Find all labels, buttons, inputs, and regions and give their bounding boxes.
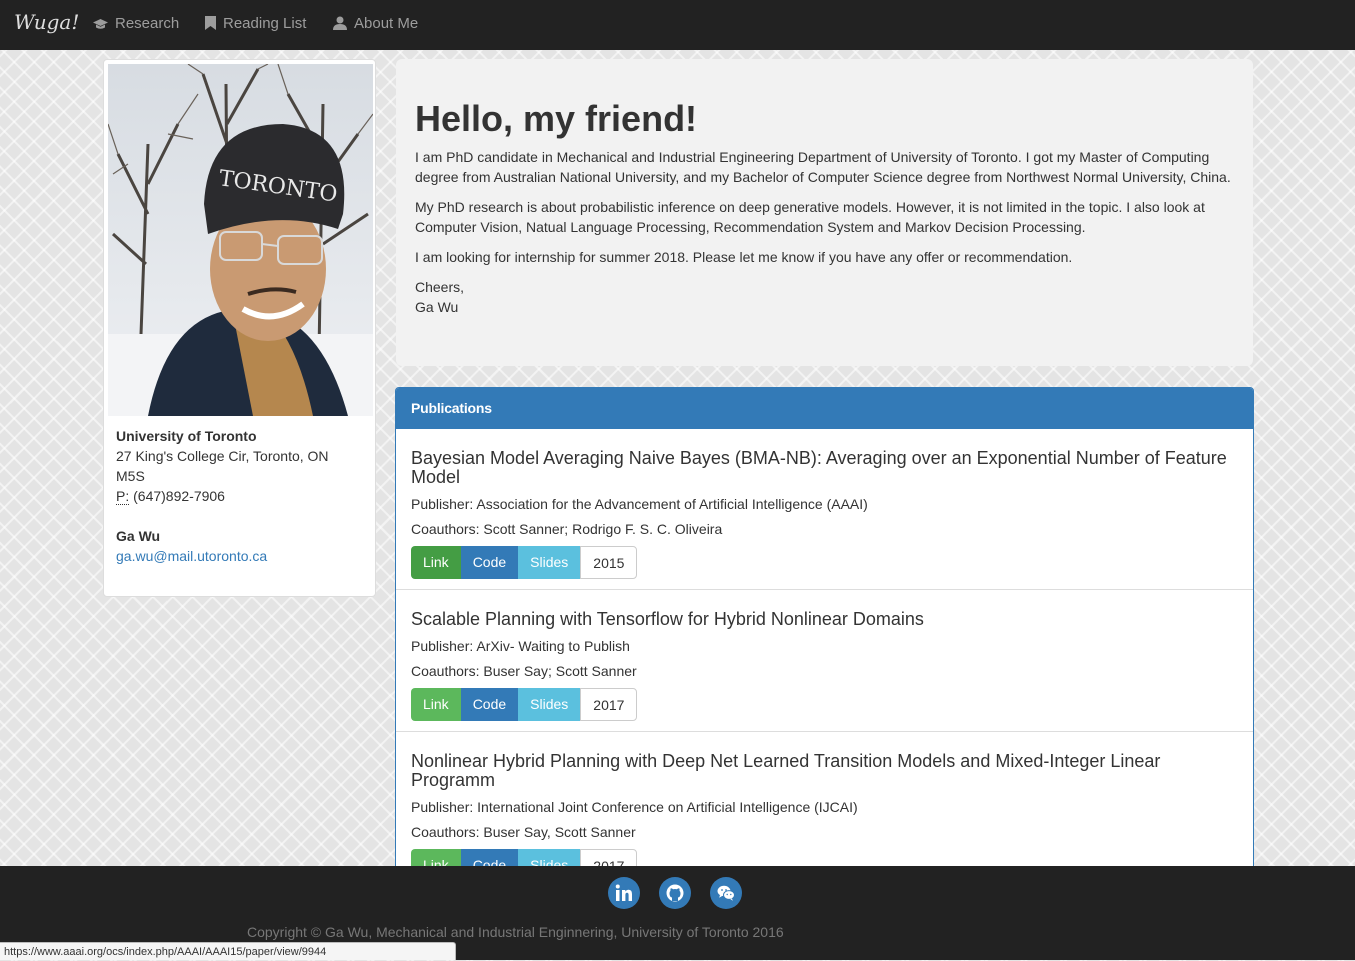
nav-label-reading-list: Reading List (223, 15, 307, 32)
code-button[interactable]: Code (460, 546, 519, 579)
publication-coauthors: Coauthors: Buser Say; Scott Sanner (411, 663, 637, 679)
publication-coauthors: Coauthors: Buser Say, Scott Sanner (411, 824, 636, 840)
intro-paragraph-3: I am looking for internship for summer 2… (415, 249, 1073, 265)
nav-label-about-me: About Me (354, 15, 419, 32)
publication-publisher: Publisher: Association for the Advanceme… (411, 496, 868, 512)
copyright-text: Copyright © Ga Wu, Mechanical and Indust… (247, 924, 784, 940)
graduation-cap-icon (93, 19, 108, 29)
wechat-icon (717, 885, 735, 901)
link-button[interactable]: Link (411, 546, 461, 579)
nav-label-research: Research (115, 15, 180, 32)
profile-photo: TORONTO (108, 64, 373, 416)
github-link[interactable] (659, 877, 691, 909)
nav-item-about-me[interactable]: About Me (333, 0, 418, 50)
publication-item: Bayesian Model Averaging Naive Bayes (BM… (396, 429, 1253, 590)
phone-number: (647)892-7906 (133, 488, 225, 504)
nav-item-research[interactable]: Research (93, 0, 179, 50)
year-badge: 2015 (580, 546, 638, 579)
nav-item-reading-list[interactable]: Reading List (205, 0, 306, 50)
publications-panel: Publications Bayesian Model Averaging Na… (395, 387, 1254, 887)
publication-item: Nonlinear Hybrid Planning with Deep Net … (396, 732, 1253, 886)
browser-status-url: https://www.aaai.org/ocs/index.php/AAAI/… (0, 942, 456, 960)
slides-button[interactable]: Slides (518, 688, 581, 721)
intro-paragraph-1: I am PhD candidate in Mechanical and Ind… (415, 149, 1231, 185)
publication-title: Nonlinear Hybrid Planning with Deep Net … (411, 751, 1161, 790)
link-button[interactable]: Link (411, 688, 461, 721)
linkedin-icon (615, 884, 632, 901)
publication-item: Scalable Planning with Tensorflow for Hy… (396, 590, 1253, 732)
year-badge: 2017 (580, 688, 638, 721)
publication-buttons: Link Code Slides 2017 (411, 688, 1238, 721)
profile-card: TORONTO University of Toronto 27 King's … (103, 59, 376, 597)
email-link[interactable]: ga.wu@mail.utoronto.ca (116, 548, 267, 564)
page-title: Hello, my friend! (415, 98, 698, 139)
intro-paragraph-2: My PhD research is about probabilistic i… (415, 199, 1205, 235)
address-line1: 27 King's College Cir, Toronto, ON (116, 448, 329, 464)
top-navbar: Wuga! Research Reading List About Me (0, 0, 1355, 50)
publication-title: Scalable Planning with Tensorflow for Hy… (411, 609, 924, 629)
publication-publisher: Publisher: ArXiv- Waiting to Publish (411, 638, 630, 654)
contact-address: University of Toronto 27 King's College … (116, 426, 366, 566)
code-button[interactable]: Code (460, 688, 519, 721)
wechat-link[interactable] (710, 877, 742, 909)
org-name: University of Toronto (116, 428, 257, 444)
publication-publisher: Publisher: International Joint Conferenc… (411, 799, 858, 815)
user-icon (333, 16, 347, 30)
phone: P: (647)892-7906 (116, 486, 366, 506)
publication-coauthors: Coauthors: Scott Sanner; Rodrigo F. S. C… (411, 521, 723, 537)
address-line2: M5S (116, 468, 145, 484)
phone-label: P: (116, 488, 130, 505)
publication-title: Bayesian Model Averaging Naive Bayes (BM… (411, 448, 1227, 487)
intro-jumbotron: Hello, my friend! I am PhD candidate in … (396, 59, 1253, 366)
intro-signoff: Cheers, Ga Wu (415, 279, 465, 315)
github-icon (666, 884, 684, 902)
brand-logo[interactable]: Wuga! (14, 10, 79, 34)
contact-name: Ga Wu (116, 528, 161, 544)
publication-buttons: Link Code Slides 2015 (411, 546, 1238, 579)
bookmark-icon (205, 16, 216, 30)
publications-heading: Publications (396, 388, 1253, 429)
linkedin-link[interactable] (608, 877, 640, 909)
slides-button[interactable]: Slides (518, 546, 581, 579)
